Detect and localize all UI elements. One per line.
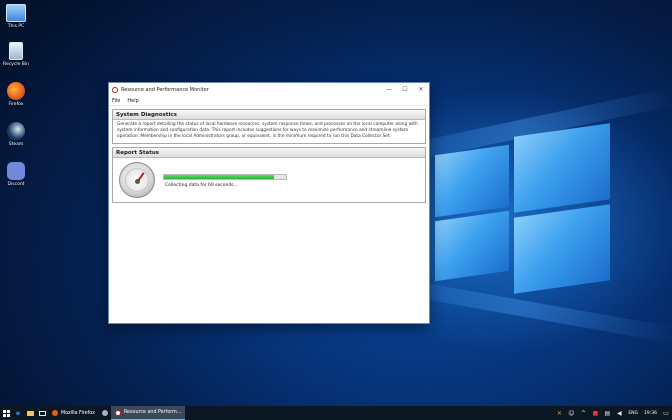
notification-flame-icon[interactable]: ✕ <box>553 406 565 420</box>
clock[interactable]: 19:36 <box>641 411 660 416</box>
action-center-icon[interactable]: ▭ <box>660 406 672 420</box>
desktop-icon-label: Recycle Bin <box>3 62 29 67</box>
desktop-icon-label: Firefox <box>8 102 24 107</box>
volume-icon[interactable]: ◀ <box>613 406 625 420</box>
file-explorer-icon[interactable] <box>24 406 36 420</box>
steam-icon[interactable] <box>99 406 111 420</box>
desktop-icon-this-pc[interactable]: This PC <box>2 4 30 29</box>
title-bar[interactable]: Resource and Performance Monitor — ☐ ✕ <box>109 83 429 97</box>
taskbar-app-firefox[interactable]: Mozilla Firefox <box>48 406 99 420</box>
close-button[interactable]: ✕ <box>413 83 429 97</box>
section-heading: System Diagnostics <box>113 110 425 120</box>
status-text: Collecting data for 60 seconds... <box>165 183 238 188</box>
system-diagnostics-section: System Diagnostics Generate a report det… <box>112 109 426 144</box>
section-heading: Report Status <box>113 148 425 158</box>
edge-icon[interactable]: e <box>12 406 24 420</box>
language-indicator[interactable]: ENG <box>625 411 641 416</box>
desktop-icon-firefox[interactable]: Firefox <box>2 82 30 107</box>
discord-icon <box>7 162 25 180</box>
report-status-body: Collecting data for 60 seconds... <box>113 158 425 202</box>
logo-pane <box>514 123 610 213</box>
shield-icon[interactable]: ■ <box>589 406 601 420</box>
desktop-icon-label: Discord <box>7 182 25 187</box>
logo-pane <box>435 144 509 218</box>
logo-pane <box>435 210 509 282</box>
performance-gauge-icon <box>119 162 155 198</box>
menu-help[interactable]: Help <box>127 98 138 104</box>
chevron-up-icon[interactable]: ^ <box>577 406 589 420</box>
recycle-bin-icon <box>9 42 23 60</box>
desktop-icon-recycle-bin[interactable]: Recycle Bin <box>2 42 30 67</box>
desktop-icon-label: Steam <box>8 142 24 147</box>
maximize-button[interactable]: ☐ <box>397 83 413 97</box>
firefox-icon <box>52 410 58 416</box>
progress-bar <box>163 174 287 180</box>
mail-icon[interactable] <box>36 406 48 420</box>
taskbar-app-label: Resource and Perform... <box>123 410 182 415</box>
report-status-section: Report Status Collecting data for 60 sec… <box>112 147 426 203</box>
taskbar-app-perfmon[interactable]: Resource and Perform... <box>110 406 186 420</box>
people-icon[interactable]: ☺ <box>565 406 577 420</box>
progress-fill <box>164 175 274 179</box>
logo-pane <box>514 204 610 294</box>
taskbar: e Mozilla Firefox Resource and Perform..… <box>0 406 672 420</box>
desktop-icon-discord[interactable]: Discord <box>2 162 30 187</box>
windows-icon <box>2 409 10 417</box>
start-button[interactable] <box>0 406 12 420</box>
steam-icon <box>7 122 25 140</box>
desktop-icon-label: This PC <box>7 24 25 29</box>
menu-bar: File Help <box>109 97 429 106</box>
network-icon[interactable]: ▤ <box>601 406 613 420</box>
minimize-button[interactable]: — <box>381 83 397 97</box>
section-description: Generate a report detailing the status o… <box>113 120 425 143</box>
desktop-icon-steam[interactable]: Steam <box>2 122 30 147</box>
this-pc-icon <box>6 4 26 22</box>
window-title: Resource and Performance Monitor <box>121 87 209 93</box>
perfmon-icon <box>114 409 121 416</box>
perfmon-icon <box>112 87 118 93</box>
menu-file[interactable]: File <box>112 98 120 104</box>
perfmon-window: Resource and Performance Monitor — ☐ ✕ F… <box>108 82 430 324</box>
taskbar-app-label: Mozilla Firefox <box>61 410 95 416</box>
firefox-icon <box>7 82 25 100</box>
